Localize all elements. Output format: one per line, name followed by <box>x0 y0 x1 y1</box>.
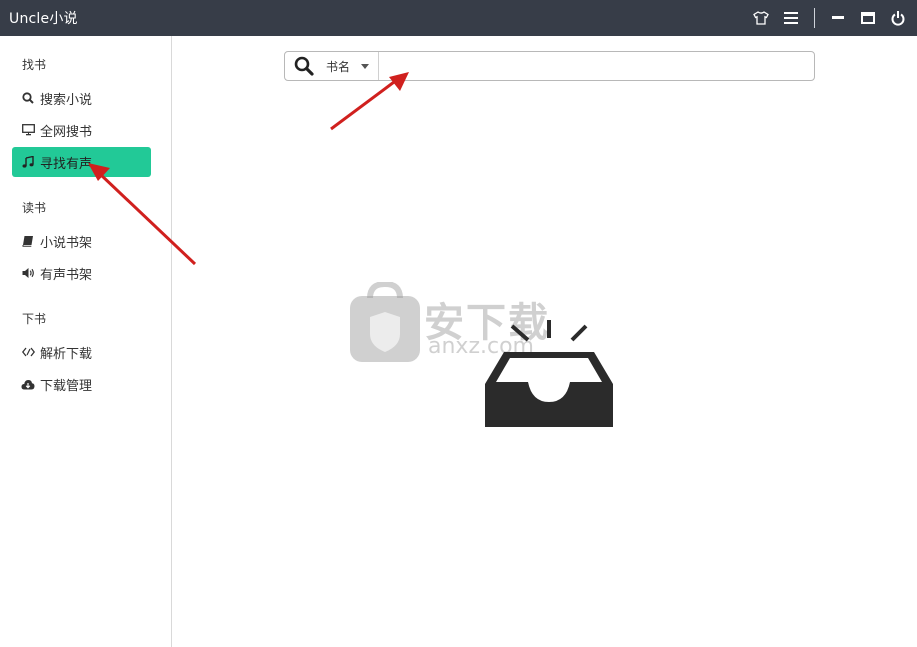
code-icon <box>21 345 35 359</box>
search-icon <box>21 91 35 105</box>
tshirt-icon <box>753 11 769 25</box>
sidebar-item-label: 搜索小说 <box>40 92 93 108</box>
section-title-read: 读书 <box>22 201 47 215</box>
sidebar-item-novel-shelf[interactable]: 小说书架 <box>12 226 151 256</box>
sidebar-item-label: 解析下载 <box>40 346 93 362</box>
section-title-find: 找书 <box>22 58 47 72</box>
menu-button[interactable] <box>776 0 806 36</box>
volume-icon <box>21 266 35 280</box>
sidebar-item-label: 有声书架 <box>40 267 93 283</box>
search-icon <box>294 56 314 76</box>
search-bar: 书名 <box>284 51 815 81</box>
close-button[interactable] <box>883 0 913 36</box>
section-title-download: 下书 <box>22 312 47 326</box>
sidebar-item-label: 全网搜书 <box>40 124 93 140</box>
sidebar: 找书 搜索小说 全网搜书 寻找有声 读书 小说书架 有声书架 下书 解析下载 下… <box>0 36 172 647</box>
search-field-select[interactable]: 书名 <box>323 52 378 80</box>
power-icon <box>891 10 905 26</box>
sidebar-item-web-search[interactable]: 全网搜书 <box>12 115 151 145</box>
caret-down-icon <box>361 63 370 69</box>
minimize-button[interactable] <box>823 0 853 36</box>
sidebar-item-search-novel[interactable]: 搜索小说 <box>12 83 151 113</box>
music-icon <box>21 155 35 169</box>
maximize-button[interactable] <box>853 0 883 36</box>
title-bar: Uncle小说 <box>0 0 917 36</box>
sidebar-item-label: 寻找有声 <box>40 156 93 172</box>
watermark-logo <box>350 282 420 362</box>
menu-icon <box>784 12 798 24</box>
window-controls <box>746 0 917 36</box>
sidebar-item-label: 下载管理 <box>40 378 93 394</box>
titlebar-separator <box>814 8 815 28</box>
search-input[interactable] <box>378 52 814 80</box>
maximize-icon <box>861 12 875 24</box>
sidebar-item-find-audio[interactable]: 寻找有声 <box>12 147 151 177</box>
app-title: Uncle小说 <box>9 11 78 27</box>
book-icon <box>21 234 35 248</box>
search-button[interactable] <box>285 52 323 80</box>
sidebar-item-parse-download[interactable]: 解析下载 <box>12 337 151 367</box>
empty-inbox-icon <box>485 320 613 427</box>
sidebar-item-audio-shelf[interactable]: 有声书架 <box>12 258 151 288</box>
skin-button[interactable] <box>746 0 776 36</box>
cloud-download-icon <box>21 377 35 391</box>
search-field-selected: 书名 <box>326 59 351 74</box>
monitor-icon <box>21 123 35 137</box>
sidebar-item-label: 小说书架 <box>40 235 93 251</box>
minimize-icon <box>832 16 844 19</box>
sidebar-item-download-manager[interactable]: 下载管理 <box>12 369 151 399</box>
